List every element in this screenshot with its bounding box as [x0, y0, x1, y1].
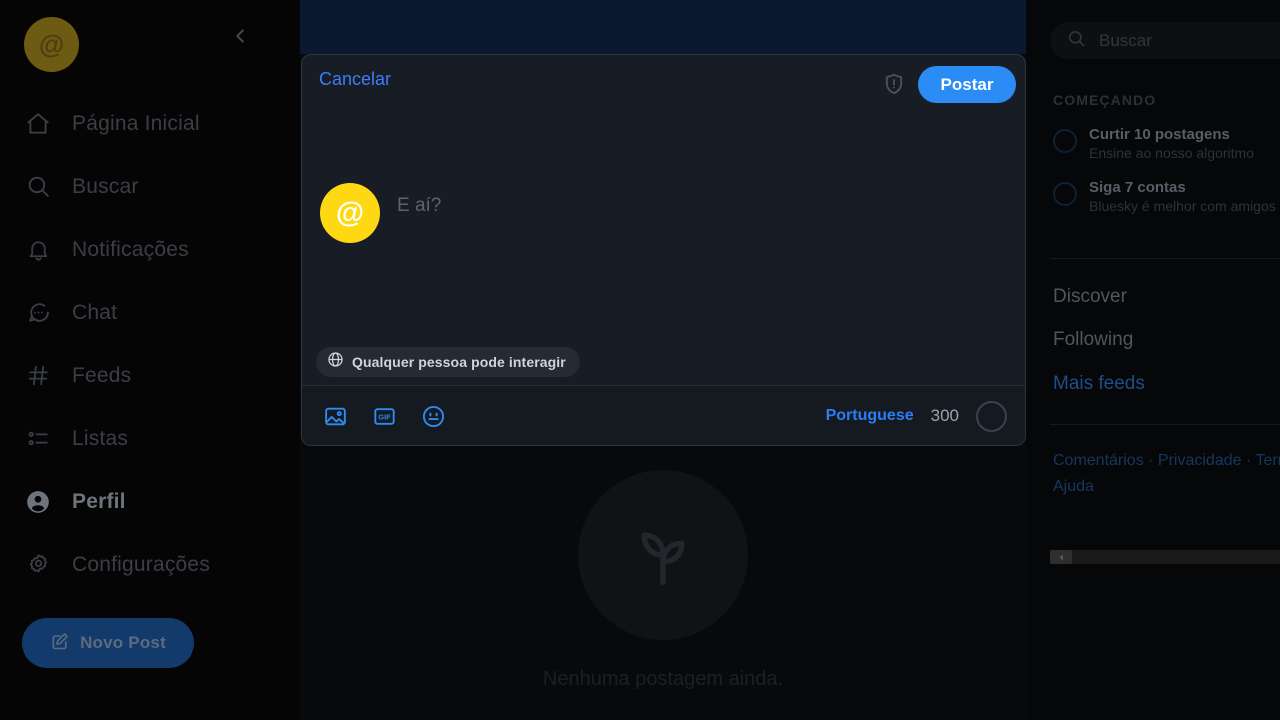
new-post-button-label: Novo Post — [80, 633, 166, 652]
gear-icon — [24, 551, 52, 579]
search-icon — [24, 173, 52, 201]
collapse-sidebar-button[interactable] — [218, 14, 262, 58]
task-item-like-posts[interactable]: Curtir 10 postagens Ensine ao nosso algo… — [1053, 126, 1254, 161]
sidebar-item-chat[interactable]: Chat — [0, 281, 300, 344]
search-input[interactable]: Buscar — [1050, 22, 1280, 59]
task-subtitle: Bluesky é melhor com amigos — [1089, 198, 1276, 214]
getting-started-title: COMEÇANDO — [1053, 92, 1157, 108]
sidebar-item-lists[interactable]: Listas — [0, 407, 300, 470]
user-circle-icon — [24, 488, 52, 516]
search-icon — [1067, 29, 1086, 53]
empty-state-text: Nenhuma postagem ainda. — [542, 668, 784, 690]
gif-icon[interactable]: GIF — [371, 403, 397, 429]
sidebar-item-home[interactable]: Página Inicial — [0, 92, 300, 155]
sidebar-footer-links[interactable]: Comentários · Privacidade · Termos · Aju… — [1053, 448, 1280, 500]
avatar-glyph: @ — [38, 29, 65, 59]
task-title: Siga 7 contas — [1089, 179, 1186, 196]
composer-attachment-tools: GIF — [322, 386, 446, 445]
interaction-settings-label: Qualquer pessoa pode interagir — [352, 354, 566, 370]
composer-header: Cancelar Postar — [302, 55, 1025, 113]
shield-alert-icon — [885, 73, 903, 95]
language-selector[interactable]: Portuguese — [826, 407, 914, 425]
interaction-settings-button[interactable]: Qualquer pessoa pode interagir — [316, 347, 580, 377]
task-subtitle: Ensine ao nosso algoritmo — [1089, 145, 1254, 161]
chevron-left-icon — [236, 29, 244, 43]
sidebar-divider-top — [1050, 258, 1280, 259]
list-icon — [24, 425, 52, 453]
sidebar-item-label: Listas — [72, 426, 129, 450]
feed-link-more-feeds[interactable]: Mais feeds — [1053, 373, 1145, 395]
avatar[interactable]: @ — [24, 17, 79, 72]
composer-avatar-glyph: @ — [335, 196, 365, 229]
sidebar-item-label: Notificações — [72, 237, 189, 261]
post-button[interactable]: Postar — [918, 66, 1016, 103]
sidebar-nav: Página Inicial Buscar Notificações Chat … — [0, 92, 300, 596]
character-count: 300 — [930, 406, 959, 425]
search-placeholder: Buscar — [1099, 30, 1152, 50]
sidebar-item-label: Chat — [72, 300, 118, 324]
hashtag-icon — [24, 362, 52, 390]
composer-avatar: @ — [320, 183, 380, 243]
composer-modal: Cancelar Postar @ E aí? Qualquer pessoa … — [301, 54, 1026, 446]
right-sidebar: Buscar COMEÇANDO Curtir 10 postagens Ens… — [1026, 0, 1280, 720]
sidebar-item-label: Configurações — [72, 552, 211, 576]
sidebar-item-label: Perfil — [72, 489, 126, 513]
feed-link-following[interactable]: Following — [1053, 329, 1133, 351]
left-sidebar: @ Página Inicial Buscar Notificações Cha… — [0, 0, 300, 720]
new-post-button[interactable]: Novo Post — [22, 618, 194, 668]
empty-feed-state: Nenhuma postagem ainda. — [300, 470, 1026, 691]
feed-header-strip — [300, 0, 1026, 54]
home-icon — [24, 110, 52, 138]
empty-state-icon-wrap — [578, 470, 748, 640]
compose-icon — [50, 631, 70, 656]
sidebar-item-label: Página Inicial — [72, 111, 200, 135]
bell-icon — [24, 236, 52, 264]
sidebar-item-notifications[interactable]: Notificações — [0, 218, 300, 281]
feed-link-discover[interactable]: Discover — [1053, 286, 1127, 308]
composer-footer: GIF Portuguese 300 — [302, 385, 1025, 445]
sidebar-divider-bottom — [1050, 424, 1280, 425]
cancel-button[interactable]: Cancelar — [319, 69, 391, 90]
horizontal-scrollbar[interactable] — [1050, 550, 1280, 564]
scroll-left-icon[interactable] — [1050, 550, 1072, 564]
emoji-icon[interactable] — [420, 403, 446, 429]
content-warning-button[interactable] — [878, 68, 910, 100]
app-root: @ Página Inicial Buscar Notificações Cha… — [0, 0, 1280, 720]
post-button-label: Postar — [940, 74, 994, 94]
sidebar-item-profile[interactable]: Perfil — [0, 470, 300, 533]
task-item-follow-accounts[interactable]: Siga 7 contas Bluesky é melhor com amigo… — [1053, 179, 1276, 214]
globe-icon — [327, 351, 344, 373]
character-progress-ring — [976, 400, 1007, 432]
task-title: Curtir 10 postagens — [1089, 126, 1230, 143]
task-progress-ring — [1053, 129, 1077, 153]
sidebar-item-settings[interactable]: Configurações — [0, 533, 300, 596]
image-icon[interactable] — [322, 403, 348, 429]
sidebar-item-label: Buscar — [72, 174, 139, 198]
task-progress-ring — [1053, 182, 1077, 206]
sidebar-item-search[interactable]: Buscar — [0, 155, 300, 218]
sidebar-item-feeds[interactable]: Feeds — [0, 344, 300, 407]
composer-status-group: Portuguese 300 — [826, 386, 1007, 445]
svg-text:GIF: GIF — [378, 412, 391, 421]
sidebar-header: @ — [0, 0, 300, 92]
sprout-icon — [641, 532, 685, 586]
composer-body: @ E aí? Qualquer pessoa pode interagir — [302, 113, 1025, 385]
composer-text-input[interactable]: E aí? — [397, 195, 1009, 231]
sidebar-item-label: Feeds — [72, 363, 132, 387]
chat-bubble-icon — [24, 299, 52, 327]
